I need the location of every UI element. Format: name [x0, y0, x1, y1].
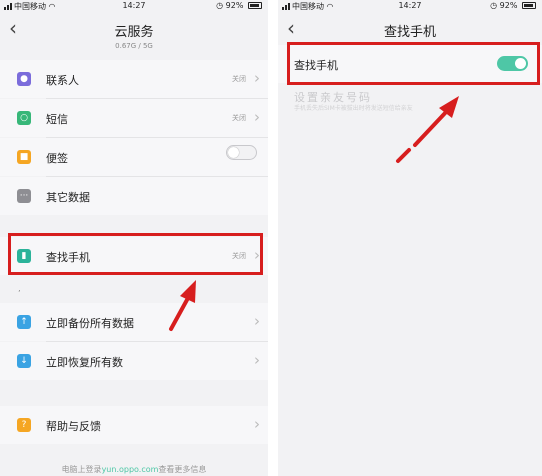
row-backup-all[interactable]: ↑ 立即备份所有数据 › [0, 303, 268, 341]
chevron-right-icon: › [254, 312, 260, 330]
row-restore-all[interactable]: ↓ 立即恢复所有数 › [0, 342, 268, 380]
row-label: 便签 [46, 152, 68, 165]
more-data-icon: ··· [17, 189, 31, 203]
status-text: 关闭 [232, 114, 246, 122]
row-label: 联系人 [46, 74, 79, 87]
row-help-feedback[interactable]: ? 帮助与反馈 › [0, 406, 268, 444]
notes-toggle[interactable] [226, 145, 257, 160]
chevron-right-icon: › [254, 69, 260, 87]
chevron-right-icon: › [254, 108, 260, 126]
set-contact-number-desc: 手机丢失后SIM卡被拔出时将发送短信给亲友 [294, 105, 413, 112]
cloud-service-screen: 中国移动 ◠ 14:27 ◷ 92% ‹ 云服务 0.67G / 5G ● 联系… [0, 0, 268, 476]
contacts-icon: ● [17, 72, 31, 86]
page-title: 云服务 [114, 25, 154, 40]
backup-icon: ↑ [17, 315, 31, 329]
row-label: 帮助与反馈 [46, 420, 101, 433]
battery-percent: 92% [225, 1, 244, 10]
row-label: 立即恢复所有数 [46, 356, 123, 369]
storage-usage: 0.67G / 5G [115, 42, 153, 50]
nav-bar: ‹ 云服务 [0, 14, 268, 44]
row-sms[interactable]: ○ 短信 关闭 › [0, 99, 268, 137]
battery-percent: 92% [499, 1, 518, 10]
chevron-right-icon: › [254, 415, 260, 433]
website-link[interactable]: yun.oppo.com [102, 465, 159, 474]
highlight-box [8, 233, 263, 275]
battery-icon [248, 2, 262, 9]
status-bar: 中国移动 ◠ 14:27 ◷ 92% [278, 0, 542, 13]
find-phone-screen: 中国移动 ◠ 14:27 ◷ 92% ‹ 查找手机 查找手机 设置亲友号码 手机… [278, 0, 542, 476]
row-label: 立即备份所有数据 [46, 317, 134, 330]
help-icon: ? [17, 418, 31, 432]
note-icon: ■ [17, 150, 31, 164]
row-other-data[interactable]: ··· 其它数据 [0, 177, 268, 215]
nav-bar: ‹ 查找手机 [278, 14, 542, 44]
chevron-right-icon: › [254, 351, 260, 369]
row-label: 其它数据 [46, 191, 90, 204]
page-title: 查找手机 [383, 25, 436, 40]
footer-note: 电脑上登录yun.oppo.com查看更多信息 [61, 465, 207, 474]
row-label: 短信 [46, 113, 68, 126]
row-notes[interactable]: ■ 便签 [0, 138, 268, 176]
alarm-icon: ◷ [490, 1, 498, 10]
row-contacts[interactable]: ● 联系人 关闭 › [0, 60, 268, 98]
highlight-box [287, 42, 540, 85]
status-text: 关闭 [232, 75, 246, 83]
alarm-icon: ◷ [216, 1, 224, 10]
battery-icon [522, 2, 536, 9]
status-bar: 中国移动 ◠ 14:27 ◷ 92% [0, 0, 268, 13]
restore-icon: ↓ [17, 354, 31, 368]
stray-mark: ’ [18, 289, 21, 298]
message-icon: ○ [17, 111, 31, 125]
